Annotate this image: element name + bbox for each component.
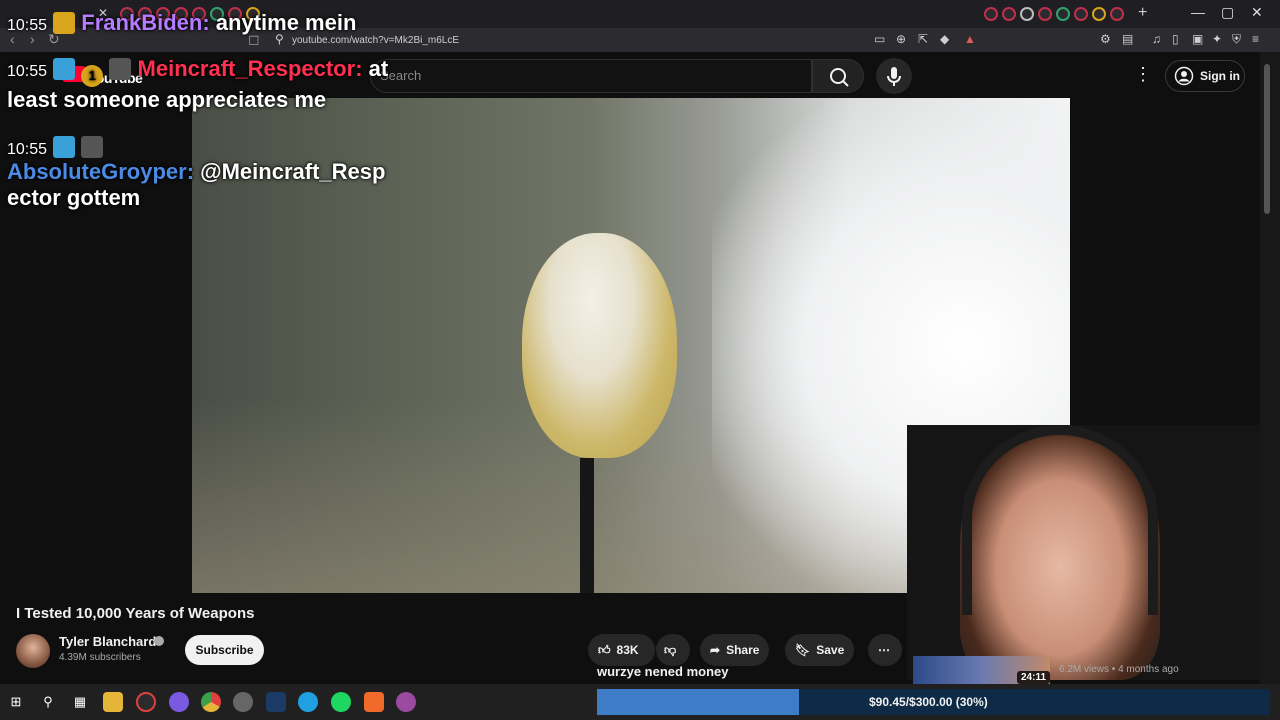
donation-goal-text: $90.45/$300.00 (30%) <box>869 695 988 709</box>
chat-username: Meincraft_Respector <box>137 56 356 81</box>
music-icon[interactable]: ♫ <box>1152 32 1161 46</box>
app-icon[interactable] <box>169 692 189 712</box>
more-horizontal-icon: ⋯ <box>878 643 890 657</box>
menu-icon[interactable]: ≡ <box>1252 32 1259 46</box>
sign-in-button[interactable]: Sign in <box>1165 60 1245 92</box>
rewards-icon[interactable]: ▲ <box>964 32 976 46</box>
brave-shield-icon[interactable]: ◆ <box>940 32 949 46</box>
recommended-video-duration: 24:11 <box>1017 671 1051 684</box>
file-explorer-icon[interactable] <box>103 692 123 712</box>
voice-search-button[interactable] <box>876 58 912 94</box>
donation-goal-fill <box>597 689 799 715</box>
sign-in-label: Sign in <box>1200 69 1240 83</box>
windows-start-icon[interactable]: ⊞ <box>6 692 26 712</box>
channel-name[interactable]: Tyler Blanchard <box>59 634 156 649</box>
dislike-button[interactable]: 👎︎ <box>656 634 690 666</box>
tab-manager-icon[interactable]: ▤ <box>1122 32 1133 46</box>
hammer-badge-icon <box>53 58 76 80</box>
leo-icon[interactable]: ✦ <box>1212 32 1222 46</box>
task-view-icon[interactable]: ▦ <box>70 692 90 712</box>
share-label: Share <box>726 643 760 657</box>
like-button[interactable]: 👍︎ 83K <box>588 634 655 666</box>
chat-username: FrankBiden <box>81 10 203 35</box>
video-frame-mannequin-head <box>522 233 677 458</box>
share-page-icon[interactable]: ⇱ <box>918 32 928 46</box>
browser-tab[interactable] <box>1020 7 1034 21</box>
vpn-icon[interactable]: ⛨ <box>1232 32 1241 47</box>
like-count: 83K <box>616 643 639 657</box>
brave-icon[interactable] <box>364 692 384 712</box>
spotify-icon[interactable] <box>331 692 351 712</box>
subscribe-button[interactable]: Subscribe <box>185 635 264 665</box>
browser-tab[interactable] <box>1110 7 1124 21</box>
app-icon[interactable] <box>233 692 253 712</box>
donation-message: wurzye nened money <box>597 664 729 679</box>
share-icon: ➦ <box>710 643 721 657</box>
chat-message: 10:55 AbsoluteGroyper: @Meincraft_Resp e… <box>7 134 427 210</box>
browser-tab[interactable] <box>984 7 998 21</box>
chat-message: 10:55 1 Meincraft_Respector: at least so… <box>7 56 389 112</box>
video-frame-pole <box>580 458 594 593</box>
search-icon <box>830 68 849 87</box>
verified-icon <box>154 636 164 646</box>
microphone-icon <box>887 67 901 86</box>
chrome-icon[interactable] <box>201 692 221 712</box>
emote-badge-icon <box>81 136 104 158</box>
extensions-icon[interactable]: ⚙ <box>1100 32 1111 46</box>
chat-time: 10:55 <box>7 141 48 158</box>
chat-text: anytime mein <box>215 10 357 35</box>
sidebar-icon[interactable]: ▯ <box>1172 32 1179 46</box>
chat-time: 10:55 <box>7 63 48 80</box>
screen-icon[interactable]: ▭ <box>874 32 885 46</box>
search-input[interactable] <box>370 59 812 93</box>
chat-username: AbsoluteGroyper <box>7 159 187 185</box>
edge-icon[interactable] <box>298 692 318 712</box>
save-button[interactable]: 🔖︎ Save <box>785 634 855 666</box>
obs-icon[interactable] <box>136 692 156 712</box>
chat-message: 10:55 FrankBiden: anytime mein <box>7 10 357 35</box>
wallet-icon[interactable]: ▣ <box>1192 32 1203 46</box>
browser-tab[interactable] <box>1056 7 1070 21</box>
share-button[interactable]: ➦ Share <box>700 634 770 666</box>
window-close-icon[interactable]: ✕ <box>1251 4 1263 21</box>
browser-tab[interactable] <box>1002 7 1016 21</box>
bookmark-save-icon: 🔖︎ <box>795 643 811 657</box>
browser-tab[interactable] <box>1074 7 1088 21</box>
emote-badge-icon <box>109 58 132 80</box>
recommended-video-meta: 6.2M views • 4 months ago <box>1059 664 1179 675</box>
thumbs-down-icon: 👎︎ <box>664 642 677 657</box>
thumbs-up-icon: 👍︎ <box>598 642 611 657</box>
chat-time: 10:55 <box>7 17 48 34</box>
account-icon <box>1174 66 1194 86</box>
channel-avatar[interactable] <box>16 634 50 668</box>
browser-tab[interactable] <box>1038 7 1052 21</box>
browser-tab[interactable] <box>1092 7 1106 21</box>
scrollbar-thumb[interactable] <box>1264 64 1270 214</box>
more-options-icon[interactable]: ⋮ <box>1134 64 1152 85</box>
url-text: youtube.com/watch?v=Mk2Bi_m6LcE <box>292 35 460 46</box>
save-label: Save <box>816 643 845 657</box>
crown-badge-icon <box>53 12 76 34</box>
zoom-icon[interactable]: ⊕ <box>896 32 906 46</box>
more-actions-button[interactable]: ⋯ <box>868 634 902 666</box>
steam-icon[interactable] <box>266 692 286 712</box>
page-scrollbar[interactable] <box>1260 52 1280 684</box>
webcam-headset <box>962 425 1158 615</box>
screen: ✕ + — ▢ ✕ ‹ › ↻ ◻ ⚲ youtube.com/watch?v=… <box>0 0 1280 720</box>
search-button[interactable] <box>812 59 864 93</box>
subscriber-count: 4.39M subscribers <box>59 652 141 663</box>
gift-badge-icon: 1 <box>81 65 104 87</box>
video-title: I Tested 10,000 Years of Weapons <box>16 605 255 622</box>
minimize-icon[interactable]: — <box>1191 4 1205 20</box>
hammer-badge-icon <box>53 136 76 158</box>
maximize-icon[interactable]: ▢ <box>1221 4 1234 21</box>
new-tab-icon[interactable]: + <box>1138 4 1147 22</box>
taskbar-search-icon[interactable]: ⚲ <box>38 692 58 712</box>
app-icon[interactable] <box>396 692 416 712</box>
